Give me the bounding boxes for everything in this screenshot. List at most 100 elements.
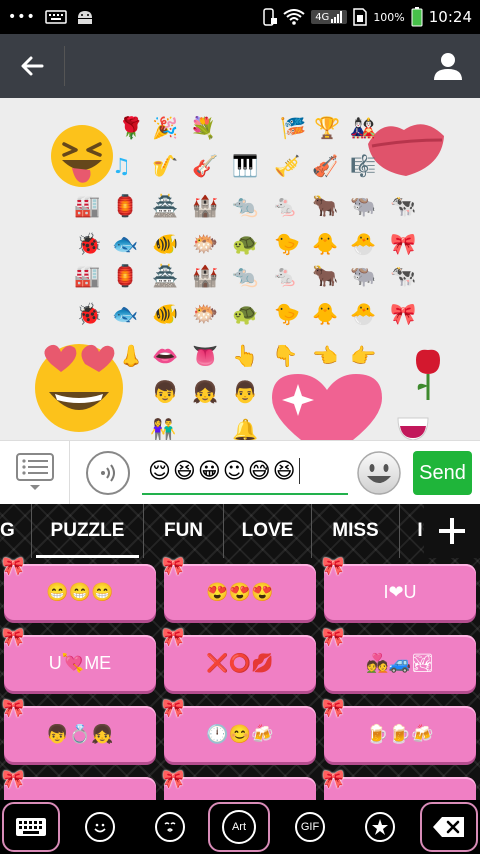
emoji-building-2: 🏭 [74,264,101,288]
send-button[interactable]: Send [413,451,472,495]
text-cursor [298,458,300,484]
emoji-rose-small: 🌹 [118,116,145,140]
add-category-button[interactable] [424,504,480,558]
emoji-boy: 👦 [152,380,179,404]
art-button-frame: Art [208,802,270,852]
sticker-tile-2[interactable]: 😍😍😍 [164,564,316,620]
favorites-tab-button[interactable] [358,800,402,854]
art-tab-button[interactable]: Art [206,800,272,854]
profile-button[interactable] [416,34,480,98]
network-badge: 4G [311,10,348,24]
star-icon [365,812,395,842]
emoji-blowfish-2: 🐡 [192,302,219,326]
emoji-smiley-icon [357,451,401,495]
status-left: ••• [8,9,94,25]
profile-icon [434,53,462,80]
emoji-tongue: 👅 [192,344,219,368]
emoji-dolls: 🎎 [350,116,377,140]
tab-puzzle[interactable]: PUZZLE [32,504,144,558]
tab-love[interactable]: LOVE [224,504,312,558]
sticker-tile-9[interactable]: 🍺🍺🍻 [324,706,476,762]
emoji-ribbon-1: 🎀 [390,232,417,256]
emoji-girl: 👧 [192,380,219,404]
emoji-chick-5: 🐥 [312,302,339,326]
message-input[interactable]: 😌😆😀☺😅😆 [142,449,348,495]
emoji-point-down: 👇 [272,344,299,368]
emoji-tab-button[interactable] [78,800,122,854]
emoji-trophy: 🏆 [314,116,341,140]
gif-tab-button[interactable]: GIF [288,800,332,854]
sticker-tile-text: I❤U [383,581,417,602]
battery-percent: 100% [373,10,405,24]
emoji-trumpet: 🎺 [274,154,301,178]
voice-icon [101,464,115,482]
emoji-turtle-2: 🐢 [232,302,259,326]
emoji-button[interactable] [356,450,402,496]
sticker-tile-5[interactable]: ❌⭕💋 [164,635,316,691]
sticker-tile-4[interactable]: U💘ME [4,635,156,691]
keyboard-button[interactable] [0,800,62,854]
sticker-tile-text: 👦💍👧 [46,723,114,744]
bow-icon: 🎀 [322,556,345,577]
dots-icon: ••• [8,9,36,25]
emoji-building-1: 🏭 [74,194,101,218]
emoji-castle-4: 🏰 [192,264,219,288]
emoji-chick-4: 🐤 [274,302,301,326]
art-label: Art [231,821,247,833]
menu-button[interactable] [0,441,70,505]
emoji-castle-2: 🏰 [192,194,219,218]
emoji-cow-2: 🐄 [390,264,417,288]
emoji-rat-1: 🐀 [232,194,259,218]
emoji-music-notes: ♫ [112,154,131,178]
emoji-ox-2: 🐂 [312,264,339,288]
menu-list-icon [15,453,54,490]
sticker-tile-text: 🕛😊🍻 [206,723,274,744]
sticker-tile-7[interactable]: 👦💍👧 [4,706,156,762]
network-type: 4G [315,11,330,23]
gif-label: GIF [300,821,320,833]
emoji-water-buffalo-1: 🐃 [350,194,377,218]
wifi-icon [283,9,305,25]
smile-icon [85,812,115,842]
message-input-bar: 😌😆😀☺😅😆 Send [0,440,480,505]
status-right: 4G 100% 10:24 [261,7,472,27]
clock: 10:24 [428,8,472,26]
emoji-bell-partial: 🔔 [232,418,259,441]
keyboard-button-frame [2,802,60,852]
emoji-cow-1: 🐄 [390,194,417,218]
emoji-score: 🎼 [350,154,377,178]
sticker-tile-8[interactable]: 🕛😊🍻 [164,706,316,762]
tab-fun[interactable]: FUN [144,504,224,558]
emoji-chick-1: 🐤 [274,232,301,256]
emoji-fish-1: 🐟 [112,232,139,256]
emoji-nose: 👃 [118,344,145,368]
sticker-tile-text: 😁😁😁 [46,581,114,602]
tab-miss[interactable]: MISS [312,504,400,558]
back-button[interactable] [0,34,64,98]
emoji-mouse-1: 🐁 [272,194,299,218]
sparkling-heart-icon [272,374,382,440]
emoji-point-right: 👉 [350,344,377,368]
emoticon-tab-button[interactable] [148,800,192,854]
keyboard-status-icon [45,10,67,24]
keyboard-toolbar: Art GIF [0,800,480,854]
bow-icon: 🎀 [2,769,25,790]
backspace-icon [433,817,464,837]
emoji-ribbon-2: 🎀 [390,302,417,326]
sticker-tile-1[interactable]: 😁😁😁 [4,564,156,620]
android-icon [77,11,92,24]
app-bar [0,34,480,98]
delete-button[interactable] [418,800,480,854]
emoji-tropical-fish-2: 🐠 [152,302,179,326]
sticker-tile-6[interactable]: 💑🚙🏞 [324,635,476,691]
bow-icon: 🎀 [2,627,25,648]
battery-icon [411,7,423,27]
emoji-chick-6: 🐣 [350,302,377,326]
tab-g[interactable]: G [0,504,32,558]
bow-icon: 🎀 [2,556,25,577]
app-root: ••• 4G 100% 10:24 🌹 🎉 💐 🎏 🏆 🎎 ♫ 🎷 🎸 🎹 🎺 … [0,0,480,854]
emoji-point-up: 👆 [232,344,259,368]
sticker-tile-3[interactable]: I❤U [324,564,476,620]
voice-button[interactable] [86,451,130,495]
delete-button-frame [420,802,478,852]
